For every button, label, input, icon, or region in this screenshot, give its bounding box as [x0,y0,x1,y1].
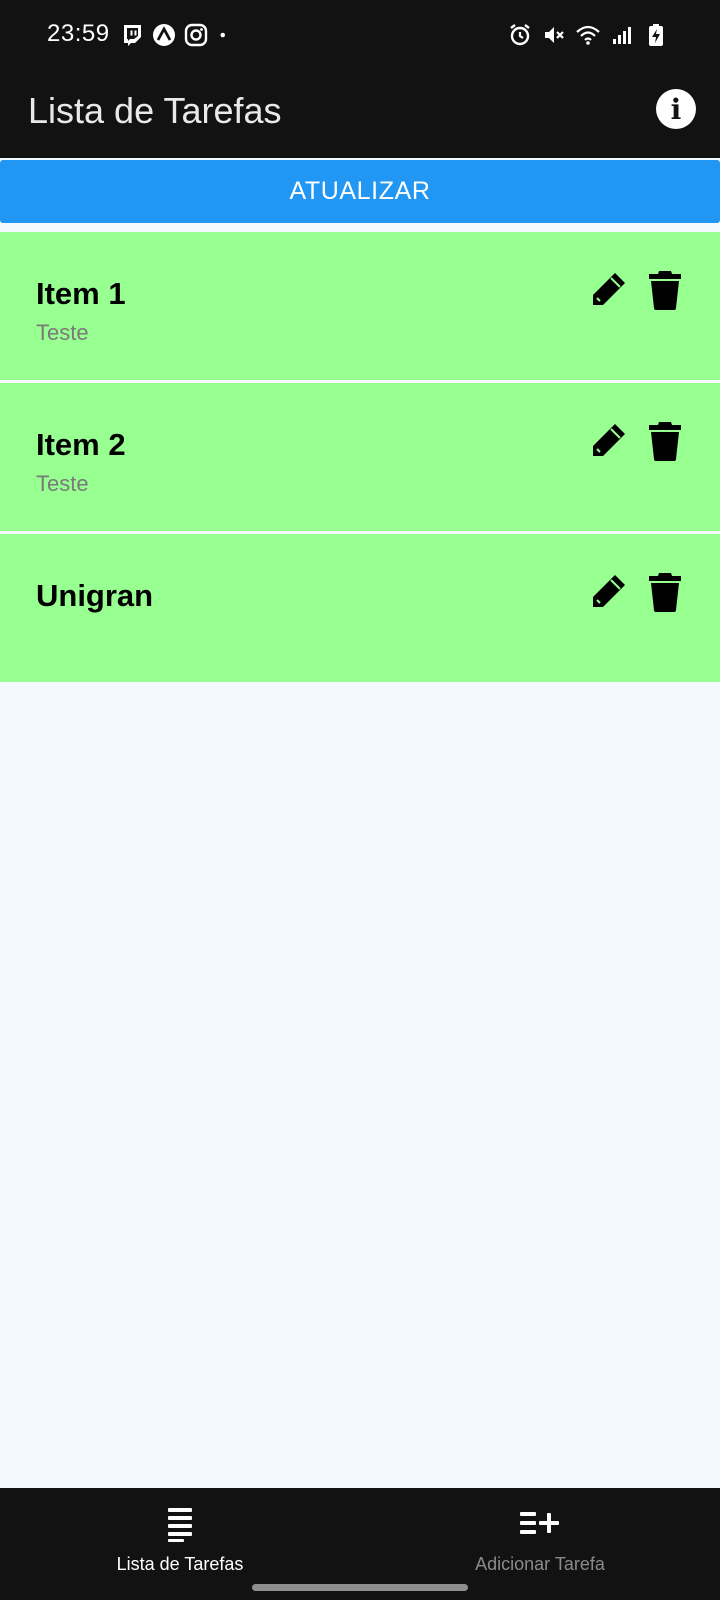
page-title: Lista de Tarefas [28,90,282,131]
battery-charging-icon [649,24,663,46]
list-icon [168,1508,192,1542]
task-description: Teste [36,320,89,345]
home-indicator[interactable] [252,1584,468,1591]
status-time: 23:59 [47,20,110,47]
alarm-icon [510,24,530,46]
task-description: Teste [36,471,89,496]
tab-task-list[interactable]: Lista de Tarefas [0,1488,360,1588]
info-icon: i [670,92,682,126]
app-bar: Lista de Tarefas i [0,72,720,158]
task-list: Item 1 Teste Item 2 Teste Unigran [0,232,720,685]
task-item[interactable]: Unigran [0,534,720,682]
arc-icon [153,24,175,46]
mute-icon [545,27,564,43]
notification-icons [120,22,234,48]
edit-icon[interactable] [588,421,628,461]
info-button[interactable]: i [656,89,696,129]
twitch-icon [124,25,141,46]
task-title: Item 1 [36,276,126,311]
wifi-icon [576,25,600,45]
dot-icon [220,32,225,38]
tab-label: Lista de Tarefas [116,1554,244,1574]
task-item[interactable]: Item 1 Teste [0,232,720,380]
task-title: Item 2 [36,427,126,462]
trash-icon[interactable] [648,419,682,461]
trash-icon[interactable] [648,268,682,310]
add-list-icon [520,1512,559,1534]
signal-icon [613,27,631,44]
task-title: Unigran [36,578,154,613]
system-icons [508,22,668,48]
instagram-icon [184,23,208,47]
tab-add-task[interactable]: Adicionar Tarefa [360,1488,720,1588]
tab-label: Adicionar Tarefa [475,1554,605,1574]
status-bar: 23:59 [0,0,720,72]
edit-icon[interactable] [588,270,628,310]
trash-icon[interactable] [648,570,682,612]
edit-icon[interactable] [588,572,628,612]
task-item[interactable]: Item 2 Teste [0,383,720,531]
refresh-button[interactable]: ATUALIZAR [0,160,720,223]
